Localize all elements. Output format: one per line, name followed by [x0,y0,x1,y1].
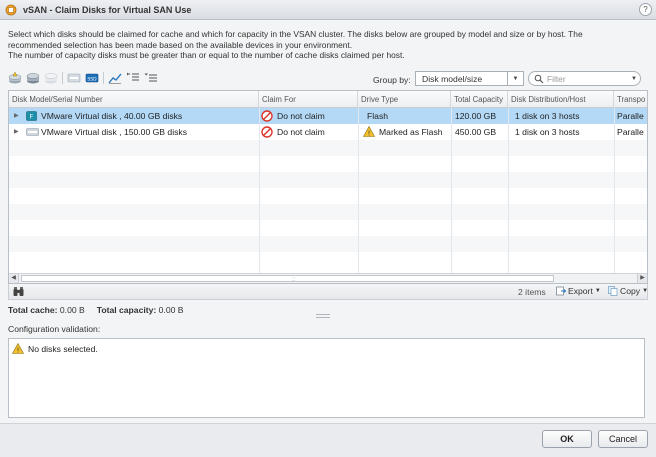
disk-model: VMware Virtual disk , 150.00 GB disks [41,127,187,137]
column-header-disk-distribution[interactable]: Disk Distribution/Host [508,91,614,108]
warning-icon: ! [363,126,375,137]
total-capacity-value: 450.00 GB [455,127,497,137]
svg-text:!: ! [17,347,20,355]
expand-arrow-icon[interactable]: ▶ [14,124,19,140]
distribution-value: 1 disk on 3 hosts [515,111,580,121]
total-capacity-value: 120.00 GB [455,111,497,121]
ok-button[interactable]: OK [542,430,592,448]
cancel-button[interactable]: Cancel [598,430,648,448]
toolbar-separator [103,72,104,84]
caret-down-icon: ▼ [642,288,649,294]
empty-row [9,204,647,220]
chart-icon[interactable] [108,71,122,85]
total-cache-value: 0.00 B [59,305,85,315]
collapse-all-icon[interactable] [144,71,158,85]
total-capacity-value: 0.00 B [158,305,184,315]
dialog-title: vSAN - Claim Disks for Virtual SAN Use [23,4,192,15]
column-header-claim-for[interactable]: Claim For [259,91,358,108]
config-validation-label: Configuration validation: [8,324,101,334]
chevron-down-icon[interactable]: ▼ [628,76,640,82]
scroll-left-icon[interactable]: ◀ [9,274,19,283]
table-row[interactable]: ▶ F VMware Virtual disk , 40.00 GB disks… [9,108,647,124]
claim-capacity-icon[interactable] [26,71,40,85]
description-line: recommended selection has been made base… [8,39,353,50]
flash-badge: F [30,113,34,121]
filter-input[interactable]: Filter ▼ [528,71,641,86]
empty-row [9,236,647,252]
group-by-label: Group by: [373,75,411,85]
mark-ssd-icon[interactable]: SSD [85,71,99,85]
empty-row [9,140,647,156]
validation-box: ! No disks selected. [8,338,645,418]
horizontal-scrollbar[interactable]: ◀ :: ▶ [9,273,647,283]
mark-hdd-icon[interactable] [67,71,81,85]
scrollbar-thumb[interactable]: :: [21,275,554,283]
claim-cache-icon[interactable] [8,71,22,85]
total-capacity-label: Total capacity: [96,305,157,315]
svg-text:SSD: SSD [87,76,97,82]
drive-type-value: Flash [367,111,389,121]
transport-value: Paralle [617,111,644,121]
claim-for-value[interactable]: Do not claim [277,124,325,140]
copy-icon [608,286,618,296]
column-divider [508,108,509,273]
do-not-claim-icon[interactable] [44,71,58,85]
search-icon [534,74,544,83]
export-button[interactable]: Export ▼ [556,286,601,296]
totals: Total cache: 0.00 B Total capacity: 0.00… [8,305,184,315]
column-header-total-capacity[interactable]: Total Capacity [451,91,508,108]
group-by-value: Disk model/size [422,73,483,84]
filter-placeholder: Filter [547,73,566,84]
group-by-select[interactable]: Disk model/size ▼ [415,71,524,86]
empty-row [9,172,647,188]
total-cache-label: Total cache: [8,305,58,315]
transport-value: Paralle [617,127,644,137]
claim-for-value[interactable]: Do not claim [277,108,325,124]
export-icon [556,286,566,296]
export-label: Export [568,286,593,296]
do-not-claim-icon [261,126,273,138]
expand-all-icon[interactable] [126,71,140,85]
table-row[interactable]: ▶ VMware Virtual disk , 150.00 GB disks … [9,124,647,140]
hdd-disk-icon [26,128,39,136]
column-header-transport[interactable]: Transpo [614,91,647,108]
column-header-disk-model[interactable]: Disk Model/Serial Number [9,91,259,108]
item-count: 2 items [518,287,546,297]
drive-type-value: Marked as Flash [379,127,443,137]
warning-icon: ! [12,343,24,354]
column-header-drive-type[interactable]: Drive Type [358,91,451,108]
vsan-icon [5,4,17,15]
disk-grid: Disk Model/Serial Number Claim For Drive… [8,90,648,284]
disk-toolbar: SSD [8,70,162,86]
toolbar-separator [62,72,63,84]
svg-text:!: ! [368,130,371,138]
column-divider [358,108,359,273]
column-divider [614,108,615,273]
do-not-claim-icon [261,110,273,122]
copy-label: Copy [620,286,641,296]
copy-button[interactable]: Copy ▼ [608,286,648,296]
expand-arrow-icon[interactable]: ▶ [14,108,19,124]
binoculars-icon[interactable] [13,286,24,297]
title-bar: vSAN - Claim Disks for Virtual SAN Use ? [0,0,656,20]
column-divider [451,108,452,273]
description-line: Select which disks should be claimed for… [8,29,583,39]
description: Select which disks should be claimed for… [8,29,648,61]
grid-header: Disk Model/Serial Number Claim For Drive… [9,91,647,108]
grip-icon: :: [292,277,296,283]
grid-footer: 2 items Export ▼ Copy ▼ [8,284,648,300]
chevron-down-icon[interactable]: ▼ [507,72,523,85]
validation-message: ! No disks selected. [12,343,98,354]
scroll-right-icon[interactable]: ▶ [637,274,647,283]
caret-down-icon: ▼ [594,288,601,294]
help-button[interactable]: ? [639,3,652,16]
column-divider [259,108,260,273]
disk-model: VMware Virtual disk , 40.00 GB disks [41,111,183,121]
distribution-value: 1 disk on 3 hosts [515,127,580,137]
pane-splitter[interactable] [316,314,330,318]
description-line: The number of capacity disks must be gre… [8,50,405,60]
validation-text: No disks selected. [28,343,98,354]
flash-disk-icon: F [26,111,37,121]
claim-disks-dialog: vSAN - Claim Disks for Virtual SAN Use ?… [0,0,656,457]
